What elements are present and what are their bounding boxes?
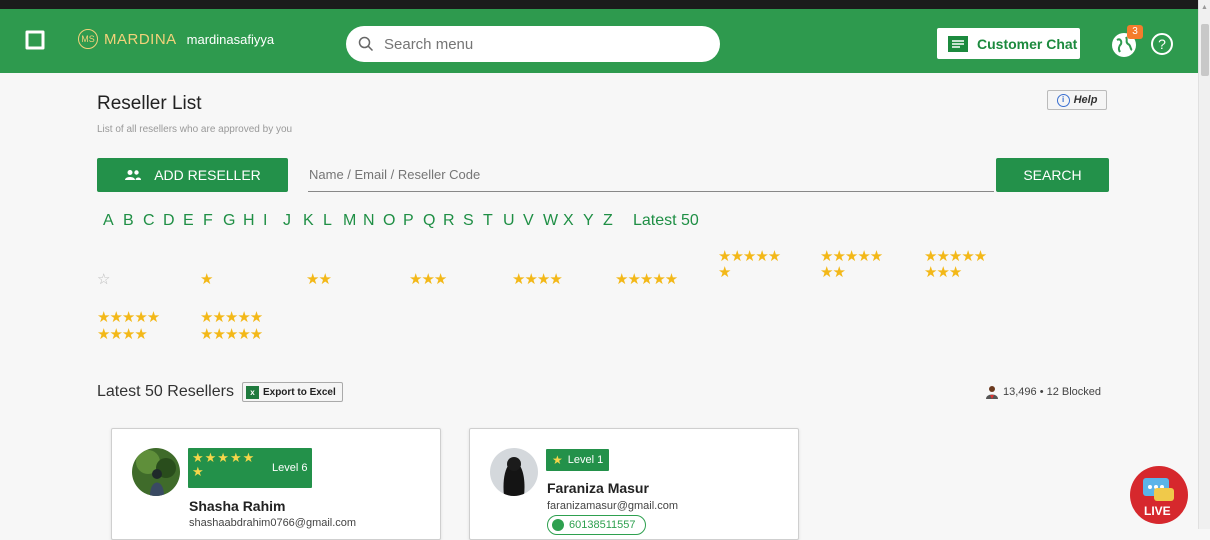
letter-filter-e[interactable]: E bbox=[183, 212, 203, 230]
level-badge: ★ Level 1 bbox=[546, 449, 610, 471]
letter-filter-o[interactable]: O bbox=[383, 212, 403, 230]
level-label: Level 6 bbox=[272, 462, 308, 474]
scroll-thumb[interactable] bbox=[1201, 24, 1209, 76]
letter-filter-v[interactable]: V bbox=[523, 212, 543, 230]
app-logo-icon[interactable] bbox=[24, 29, 46, 51]
letter-filter-t[interactable]: T bbox=[483, 212, 503, 230]
brand-logo-icon: MS bbox=[78, 29, 98, 49]
top-bar: MS MARDINA mardinasafiyya Customer Chat … bbox=[0, 0, 1198, 73]
excel-icon: x bbox=[245, 385, 259, 399]
letter-filter-c[interactable]: C bbox=[143, 212, 163, 230]
help-label: Help bbox=[1073, 94, 1098, 106]
star-filter-8[interactable]: ★★★★★ ★★★ bbox=[924, 249, 987, 281]
letter-filter-w[interactable]: W bbox=[543, 212, 563, 230]
page-subtitle: List of all resellers who are approved b… bbox=[97, 124, 293, 135]
letter-filter-k[interactable]: K bbox=[303, 212, 323, 230]
star-filter-1[interactable]: ★ bbox=[200, 272, 213, 288]
alphabet-filter: A B C D E F G H I J K L M N O P Q R S T U V W X Y Z Latest 50 bbox=[103, 212, 699, 230]
reseller-card[interactable]: ★ Level 1 Faraniza Masur faranizamasur@g… bbox=[469, 428, 799, 540]
letter-filter-j[interactable]: J bbox=[283, 212, 303, 230]
reseller-search-input[interactable] bbox=[308, 158, 994, 192]
letter-filter-x[interactable]: X bbox=[563, 212, 583, 230]
live-chat-button[interactable]: LIVE bbox=[1130, 466, 1188, 524]
level-label: Level 1 bbox=[567, 454, 604, 466]
letter-filter-n[interactable]: N bbox=[363, 212, 383, 230]
reseller-name: Shasha Rahim bbox=[189, 498, 286, 514]
latest-section-title: Latest 50 Resellers bbox=[97, 383, 234, 400]
menu-search[interactable] bbox=[346, 26, 720, 62]
star-filter-5[interactable]: ★★★★★ bbox=[615, 272, 678, 288]
help-button[interactable]: i Help bbox=[1047, 90, 1107, 110]
scroll-up-icon[interactable]: ▲ bbox=[1201, 4, 1208, 11]
reseller-count-text: 13,496 • 12 Blocked bbox=[1003, 386, 1102, 398]
level-stars: ★★★★★ ★ bbox=[192, 450, 256, 479]
letter-filter-h[interactable]: H bbox=[243, 212, 263, 230]
reseller-count: 13,496 • 12 Blocked bbox=[985, 385, 1101, 399]
avatar bbox=[490, 448, 538, 496]
people-icon bbox=[125, 170, 142, 180]
star-filter-3[interactable]: ★★★ bbox=[409, 272, 447, 288]
star-filter-2[interactable]: ★★ bbox=[306, 272, 332, 288]
menu-search-input[interactable] bbox=[382, 34, 706, 54]
customer-chat-button[interactable]: Customer Chat bbox=[937, 28, 1080, 59]
level-badge: ★★★★★ ★ Level 6 bbox=[188, 448, 312, 488]
search-icon bbox=[358, 36, 374, 52]
latest-section-header: Latest 50 Resellers x Export to Excel bbox=[97, 382, 343, 402]
scrollbar[interactable]: ▲ bbox=[1198, 0, 1210, 529]
star-icon: ★ bbox=[552, 453, 563, 467]
letter-filter-m[interactable]: M bbox=[343, 212, 363, 230]
reseller-card[interactable]: ★★★★★ ★ Level 6 Shasha Rahim shashaabdrah… bbox=[111, 428, 441, 540]
whatsapp-phone-button[interactable]: 60138511557 bbox=[547, 515, 647, 535]
letter-filter-s[interactable]: S bbox=[463, 212, 483, 230]
letter-filter-y[interactable]: Y bbox=[583, 212, 603, 230]
letter-filter-d[interactable]: D bbox=[163, 212, 183, 230]
export-excel-label: Export to Excel bbox=[262, 386, 336, 398]
username: mardinasafiyya bbox=[186, 31, 275, 47]
reseller-email: shashaabdrahim0766@gmail.com bbox=[189, 517, 357, 529]
help-icon[interactable]: ? bbox=[1151, 33, 1173, 55]
avatar bbox=[132, 448, 180, 496]
brand-name: MARDINA bbox=[104, 30, 177, 48]
add-reseller-button[interactable]: ADD RESELLER bbox=[97, 158, 288, 192]
letter-filter-p[interactable]: P bbox=[403, 212, 423, 230]
letter-filter-b[interactable]: B bbox=[123, 212, 143, 230]
search-button[interactable]: SEARCH bbox=[996, 158, 1109, 192]
brand[interactable]: MS MARDINA mardinasafiyya bbox=[78, 29, 274, 49]
letter-filter-l[interactable]: L bbox=[323, 212, 343, 230]
whatsapp-icon bbox=[552, 519, 564, 531]
star-filter-10[interactable]: ★★★★★ ★★★★★ bbox=[200, 309, 263, 343]
customer-chat-label: Customer Chat bbox=[977, 35, 1078, 52]
star-filter-6[interactable]: ★★★★★ ★ bbox=[718, 249, 781, 281]
user-icon bbox=[986, 386, 998, 399]
star-filter-4[interactable]: ★★★★ bbox=[512, 272, 563, 288]
letter-filter-a[interactable]: A bbox=[103, 212, 123, 230]
live-label: LIVE bbox=[1144, 504, 1171, 518]
add-reseller-label: ADD RESELLER bbox=[154, 167, 261, 183]
info-icon: i bbox=[1056, 93, 1070, 107]
chat-icon bbox=[948, 35, 968, 52]
reseller-name: Faraniza Masur bbox=[547, 480, 649, 496]
reseller-phone: 60138511557 bbox=[569, 519, 636, 531]
reseller-email: faranizamasur@gmail.com bbox=[547, 500, 678, 512]
star-filter-9[interactable]: ★★★★★ ★★★★ bbox=[97, 309, 160, 343]
latest-50-filter[interactable]: Latest 50 bbox=[633, 212, 699, 230]
letter-filter-i[interactable]: I bbox=[263, 212, 283, 230]
star-filter-7[interactable]: ★★★★★ ★★ bbox=[820, 249, 883, 281]
export-excel-button[interactable]: x Export to Excel bbox=[241, 382, 343, 402]
star-filter-0[interactable]: ☆ bbox=[97, 272, 110, 288]
notification-badge: 3 bbox=[1127, 25, 1143, 39]
page-title: Reseller List bbox=[97, 93, 202, 114]
letter-filter-f[interactable]: F bbox=[203, 212, 223, 230]
letter-filter-g[interactable]: G bbox=[223, 212, 243, 230]
letter-filter-z[interactable]: Z bbox=[603, 212, 623, 230]
letter-filter-r[interactable]: R bbox=[443, 212, 463, 230]
letter-filter-u[interactable]: U bbox=[503, 212, 523, 230]
letter-filter-q[interactable]: Q bbox=[423, 212, 443, 230]
